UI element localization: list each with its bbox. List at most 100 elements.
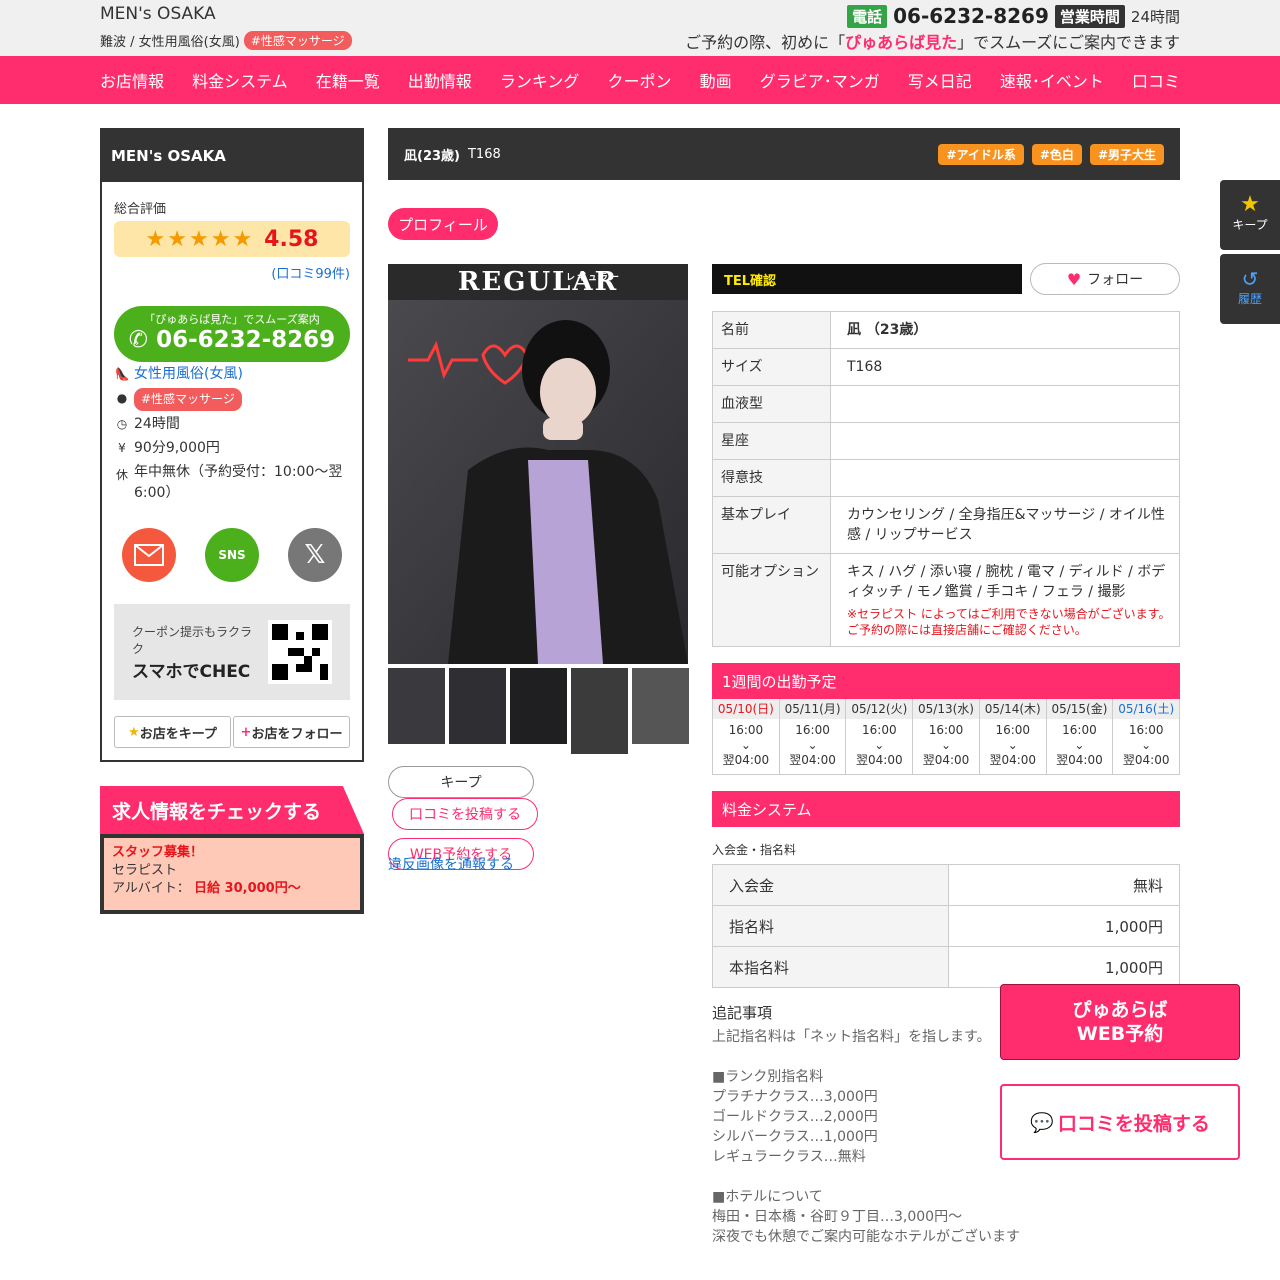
fee-key: 指名料 xyxy=(711,905,950,947)
nav-gravure[interactable]: グラビア･マンガ xyxy=(760,68,880,92)
thumbnail[interactable] xyxy=(449,668,506,744)
row-key: 基本プレイ xyxy=(712,496,831,554)
floating-review-button[interactable]: 💬 口コミを投稿する xyxy=(1000,1084,1240,1160)
table-row: 指名料 1,000円 xyxy=(711,905,1180,947)
genre-link[interactable]: 女性用風俗(女風) xyxy=(134,364,243,385)
keep-shop-label: お店をキープ xyxy=(139,726,217,742)
hours-row: ◷ 24時間 xyxy=(114,414,350,435)
follow-label: フォロー xyxy=(1087,272,1144,288)
tab-profile[interactable]: プロフィール xyxy=(388,208,498,240)
call-tel: 06-6232-8269 xyxy=(156,327,336,353)
nav-shop-info[interactable]: お店情報 xyxy=(100,68,164,92)
profile-tag[interactable]: #男子大生 xyxy=(1089,143,1164,165)
thumbnail[interactable] xyxy=(571,668,628,754)
fee-subtitle: 入会金・指名料 xyxy=(712,843,797,857)
star-icons: ★★★★★ xyxy=(145,226,255,252)
day-from: 16:00 xyxy=(928,723,964,737)
qr-line2: スマホでCHEC xyxy=(132,661,251,682)
hours-label: 営業時間 xyxy=(1054,4,1125,28)
fee-title: 料金システム xyxy=(712,791,1180,827)
nav-reviews[interactable]: 口コミ xyxy=(1132,68,1180,92)
call-button[interactable]: 「ぴゅあらば見た」でスムーズ案内 ✆ 06-6232-8269 xyxy=(114,306,350,362)
shop-name[interactable]: MEN's OSAKA xyxy=(100,4,216,24)
recruit-body: スタッフ募集！ セラピスト アルバイト： 日給 30,000円～ xyxy=(100,834,364,914)
mail-icon[interactable] xyxy=(122,528,176,582)
recruit-box[interactable]: 求人情報をチェックする スタッフ募集！ セラピスト アルバイト： 日給 30,0… xyxy=(100,786,364,914)
shop-area-text: 難波 / 女性用風俗(女風) xyxy=(100,35,240,50)
heart-icon: ♥ xyxy=(1066,269,1082,289)
report-image-link[interactable]: 違反画像を通報する xyxy=(388,854,514,874)
call-button-number: ✆ 06-6232-8269 xyxy=(128,327,336,353)
comment-icon: 💬 xyxy=(1030,1111,1054,1134)
nav-events[interactable]: 速報･イベント xyxy=(1000,68,1104,92)
rating-box: ★★★★★ 4.58 xyxy=(114,221,350,257)
table-row: 入会金 無料 xyxy=(711,864,1180,906)
price-row: ¥ 90分9,000円 xyxy=(114,438,350,459)
fee-table: 入会金 無料 指名料 1,000円 本指名料 1,000円 xyxy=(711,864,1180,988)
holiday-text: 年中無休（予約受付：10:00～翌6:00） xyxy=(134,464,343,501)
shop-area: 難波 / 女性用風俗(女風) #性感マッサージ xyxy=(100,31,352,50)
day-from: 16:00 xyxy=(795,723,830,737)
fee-value: 1,000円 xyxy=(948,946,1180,988)
nav-video[interactable]: 動画 xyxy=(700,68,732,92)
tel-number[interactable]: 06-6232-8269 xyxy=(893,4,1049,28)
notice-post: 」でスムーズにご案内できます xyxy=(957,33,1180,52)
floating-web-reserve-button[interactable]: ぴゅあらば WEB予約 xyxy=(1000,984,1240,1060)
rating-score: 4.58 xyxy=(264,226,319,252)
row-key: 血液型 xyxy=(712,385,831,423)
main-content: 凪(23歳) T168 #アイドル系 #色白 #男子大生 プロフィール REGU… xyxy=(388,128,1180,1245)
keep-shop-button[interactable]: ★ お店をキープ xyxy=(114,716,231,748)
floating-history-button[interactable]: ↺ 履歴 xyxy=(1220,254,1280,324)
profile-photo[interactable]: REGULAR レギュラー xyxy=(388,264,688,664)
shop-card-title[interactable]: MEN's OSAKA xyxy=(102,130,362,182)
review-count-link[interactable]: (口コミ99件) xyxy=(114,263,350,282)
nav-schedule[interactable]: 出勤情報 xyxy=(408,68,472,92)
x-icon[interactable]: 𝕏 xyxy=(288,528,342,582)
keep-button[interactable]: キープ xyxy=(388,766,534,798)
recruit-job: セラピスト xyxy=(112,863,178,878)
tag-row: ● #性感マッサージ xyxy=(114,388,350,411)
recruit-headline: スタッフ募集！ xyxy=(112,845,204,860)
follow-button[interactable]: ♥ フォロー xyxy=(1030,263,1180,295)
tel-confirm-button[interactable]: TEL確認 xyxy=(712,264,1022,294)
tel-line: 電話 06-6232-8269 営業時間 24時間 xyxy=(847,4,1180,28)
shop-actions: ★ お店をキープ + お店をフォロー xyxy=(114,716,350,748)
social-links: SNS 𝕏 xyxy=(114,528,350,582)
schedule-day: 05/10(日) 16:00 ⌄ 翌04:00 xyxy=(713,699,780,774)
schedule-day: 05/13(水) 16:00 ⌄ 翌04:00 xyxy=(913,699,980,774)
post-review-button[interactable]: 口コミを投稿する xyxy=(392,798,538,830)
sidebar-genre-tag[interactable]: #性感マッサージ xyxy=(134,388,242,411)
profile-tag[interactable]: #アイドル系 xyxy=(938,143,1024,165)
holiday-row: 休 年中無休（予約受付：10:00～翌6:00） xyxy=(114,462,350,504)
table-row: 得意技 xyxy=(712,459,1180,497)
thumbnail[interactable] xyxy=(632,668,689,744)
qr-line1: クーポン提示もラクラク xyxy=(132,624,253,656)
chevron-down-icon: ⌄ xyxy=(940,738,952,752)
follow-shop-button[interactable]: + お店をフォロー xyxy=(233,716,350,748)
nav-coupon[interactable]: クーポン xyxy=(608,68,672,92)
chevron-down-icon: ⌄ xyxy=(1141,738,1152,752)
logo-ruby: レギュラー xyxy=(566,273,622,283)
nav-staff-list[interactable]: 在籍一覧 xyxy=(316,68,380,92)
holiday-icon: 休 xyxy=(115,468,128,482)
table-row: 基本プレイ カウンセリング / 全身指圧&マッサージ / オイル性感 / リップサ… xyxy=(712,496,1180,554)
top-header: MEN's OSAKA 難波 / 女性用風俗(女風) #性感マッサージ 電話 0… xyxy=(0,0,1280,56)
nav-photo-diary[interactable]: 写メ日記 xyxy=(908,68,972,92)
thumbnail[interactable] xyxy=(510,668,567,744)
day-date: 05/11(月) xyxy=(779,699,846,719)
profile-tag[interactable]: #色白 xyxy=(1031,143,1082,165)
sns-icon[interactable]: SNS xyxy=(205,528,259,582)
genre-tag[interactable]: #性感マッサージ xyxy=(243,31,352,50)
day-date: 05/15(金) xyxy=(1046,699,1113,719)
table-row: 名前凪 （23歳） xyxy=(712,311,1180,349)
recruit-title[interactable]: 求人情報をチェックする xyxy=(100,786,364,834)
thumbnail[interactable] xyxy=(388,668,445,744)
regular-logo: REGULAR レギュラー xyxy=(388,264,688,300)
chevron-down-icon: ⌄ xyxy=(1074,738,1085,752)
row-value xyxy=(830,459,1180,497)
nav-ranking[interactable]: ランキング xyxy=(500,68,580,92)
schedule-day: 05/11(月) 16:00 ⌄ 翌04:00 xyxy=(779,699,847,774)
floating-keep-button[interactable]: ★ キープ xyxy=(1220,180,1280,250)
nav-pricing[interactable]: 料金システム xyxy=(192,68,288,92)
qr-banner[interactable]: クーポン提示もラクラク スマホでCHEC xyxy=(114,604,350,700)
